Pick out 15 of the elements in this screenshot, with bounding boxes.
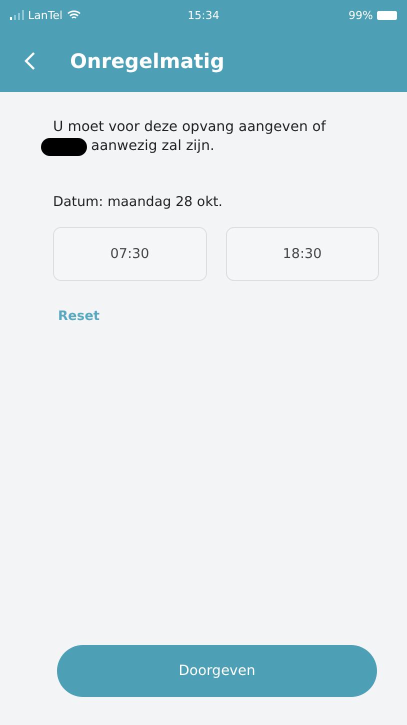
- battery-percent: 99%: [348, 8, 373, 22]
- screen-title: Onregelmatig: [70, 49, 224, 73]
- time-field[interactable]: 07:30: [53, 227, 206, 281]
- battery-icon: [376, 10, 397, 20]
- date-label: Datum: maandag 28 okt.: [53, 194, 224, 210]
- back-button[interactable]: [24, 51, 36, 71]
- back-icon: [24, 51, 36, 71]
- time-field[interactable]: 18:30: [226, 227, 379, 281]
- wifi-icon: [66, 10, 81, 20]
- instruction-text: U moet voor deze opvang aangeven of: [53, 118, 327, 137]
- carrier-name: LanTel: [28, 8, 63, 22]
- instruction-text: aanwezig zal zijn.: [91, 137, 214, 156]
- signal-icon: [10, 10, 24, 20]
- redaction-mark: [41, 138, 87, 156]
- status-time: 15:34: [188, 8, 220, 22]
